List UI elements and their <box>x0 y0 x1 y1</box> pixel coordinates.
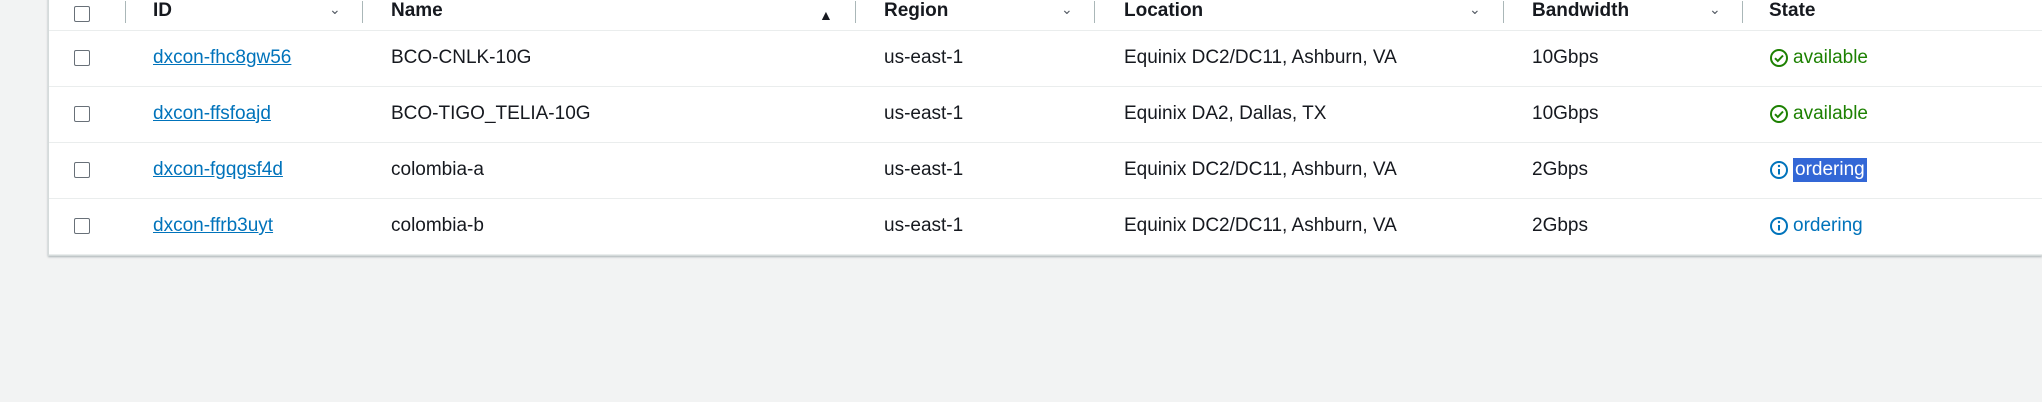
check-circle-icon <box>1769 104 1789 124</box>
connection-location: Equinix DA2, Dallas, TX <box>1124 103 1327 124</box>
connections-table: ID ⌄ Name ▲ Region ⌄ Location ⌄ Bandwidt… <box>48 0 2042 256</box>
chevron-down-icon[interactable]: ⌄ <box>329 1 341 18</box>
status-label: available <box>1793 103 1868 124</box>
column-header-bandwidth[interactable]: Bandwidth <box>1532 0 1629 30</box>
column-header-region[interactable]: Region <box>884 0 948 30</box>
column-divider <box>855 1 856 23</box>
info-circle-icon <box>1769 160 1789 180</box>
connection-name: BCO-CNLK-10G <box>391 47 532 68</box>
connection-location: Equinix DC2/DC11, Ashburn, VA <box>1124 215 1397 236</box>
info-circle-icon <box>1769 216 1789 236</box>
connection-name-cell: BCO-CNLK-10G <box>391 30 531 86</box>
connection-region: us-east-1 <box>884 103 964 124</box>
row-checkbox[interactable] <box>74 162 90 178</box>
connection-bandwidth-cell: 10Gbps <box>1532 30 1599 86</box>
connection-region: us-east-1 <box>884 47 964 68</box>
status-indicator: ordering <box>1769 215 1863 237</box>
column-header-location[interactable]: Location <box>1124 0 1203 30</box>
sort-ascending-icon[interactable]: ▲ <box>819 7 833 23</box>
connection-region-cell: us-east-1 <box>884 30 963 86</box>
connection-bandwidth-cell: 2Gbps <box>1532 142 1588 198</box>
table-row[interactable]: dxcon-ffsfoajd BCO-TIGO_TELIA-10G us-east-… <box>49 86 2042 143</box>
connection-bandwidth: 10Gbps <box>1532 47 1599 68</box>
connection-region: us-east-1 <box>884 159 964 180</box>
connection-name-cell: colombia-b <box>391 198 484 254</box>
connection-bandwidth: 10Gbps <box>1532 103 1599 124</box>
row-select-cell <box>74 198 90 254</box>
connection-state-cell: available <box>1769 86 1868 142</box>
connection-id-link-cell: dxcon-fgqgsf4d <box>153 142 283 198</box>
connection-id-link[interactable]: dxcon-fhc8gw56 <box>153 47 291 69</box>
connection-state-cell: available <box>1769 30 1868 86</box>
connection-id-link-cell: dxcon-ffsfoajd <box>153 86 271 142</box>
connection-id-link[interactable]: dxcon-ffrb3uyt <box>153 215 273 237</box>
status-indicator: available <box>1769 103 1868 125</box>
row-checkbox[interactable] <box>74 106 90 122</box>
column-header-state[interactable]: State <box>1769 0 1815 30</box>
connection-name-cell: colombia-a <box>391 142 484 198</box>
connection-bandwidth-cell: 10Gbps <box>1532 86 1599 142</box>
row-select-cell <box>74 30 90 86</box>
connection-name-cell: BCO-TIGO_TELIA-10G <box>391 86 591 142</box>
status-indicator: ordering <box>1769 158 1867 182</box>
connection-region: us-east-1 <box>884 215 964 236</box>
row-checkbox[interactable] <box>74 50 90 66</box>
connection-id-link-cell: dxcon-ffrb3uyt <box>153 198 273 254</box>
check-circle-icon <box>1769 48 1789 68</box>
connection-name: colombia-a <box>391 159 484 180</box>
column-header-name[interactable]: Name <box>391 0 443 30</box>
chevron-down-icon[interactable]: ⌄ <box>1061 1 1073 18</box>
connection-location-cell: Equinix DC2/DC11, Ashburn, VA <box>1124 142 1397 198</box>
connection-bandwidth: 2Gbps <box>1532 159 1588 180</box>
connection-id-link[interactable]: dxcon-fgqgsf4d <box>153 159 283 181</box>
connection-location: Equinix DC2/DC11, Ashburn, VA <box>1124 159 1397 180</box>
row-select-cell <box>74 142 90 198</box>
status-label: available <box>1793 47 1868 68</box>
table-row[interactable]: dxcon-ffrb3uyt colombia-b us-east-1 Equinix… <box>49 198 2042 255</box>
connection-region-cell: us-east-1 <box>884 198 963 254</box>
chevron-down-icon[interactable]: ⌄ <box>1709 1 1721 18</box>
connection-bandwidth: 2Gbps <box>1532 215 1588 236</box>
column-divider <box>1742 1 1743 23</box>
connection-id-link-cell: dxcon-fhc8gw56 <box>153 30 291 86</box>
table-row[interactable]: dxcon-fgqgsf4d colombia-a us-east-1 Equinix… <box>49 142 2042 199</box>
connection-state-cell: ordering <box>1769 198 1863 254</box>
select-all-cell <box>74 0 90 30</box>
column-header-id[interactable]: ID <box>153 0 172 30</box>
connection-region-cell: us-east-1 <box>884 86 963 142</box>
connection-bandwidth-cell: 2Gbps <box>1532 198 1588 254</box>
column-divider <box>1503 1 1504 23</box>
connection-location-cell: Equinix DC2/DC11, Ashburn, VA <box>1124 30 1397 86</box>
connection-name: BCO-TIGO_TELIA-10G <box>391 103 591 124</box>
status-indicator: available <box>1769 47 1868 69</box>
table-header: ID ⌄ Name ▲ Region ⌄ Location ⌄ Bandwidt… <box>49 0 2042 31</box>
row-select-cell <box>74 86 90 142</box>
connection-region-cell: us-east-1 <box>884 142 963 198</box>
table-row[interactable]: dxcon-fhc8gw56 BCO-CNLK-10G us-east-1 Equin… <box>49 30 2042 87</box>
status-label: ordering <box>1793 215 1863 236</box>
status-label: ordering <box>1793 158 1867 182</box>
connection-state-cell: ordering <box>1769 142 1867 198</box>
connection-name: colombia-b <box>391 215 484 236</box>
column-divider <box>125 1 126 23</box>
connection-location-cell: Equinix DA2, Dallas, TX <box>1124 86 1326 142</box>
connection-id-link[interactable]: dxcon-ffsfoajd <box>153 103 271 125</box>
column-divider <box>1094 1 1095 23</box>
select-all-checkbox[interactable] <box>74 6 90 22</box>
column-divider <box>362 1 363 23</box>
row-checkbox[interactable] <box>74 218 90 234</box>
connection-location-cell: Equinix DC2/DC11, Ashburn, VA <box>1124 198 1397 254</box>
connection-location: Equinix DC2/DC11, Ashburn, VA <box>1124 47 1397 68</box>
chevron-down-icon[interactable]: ⌄ <box>1469 1 1481 18</box>
